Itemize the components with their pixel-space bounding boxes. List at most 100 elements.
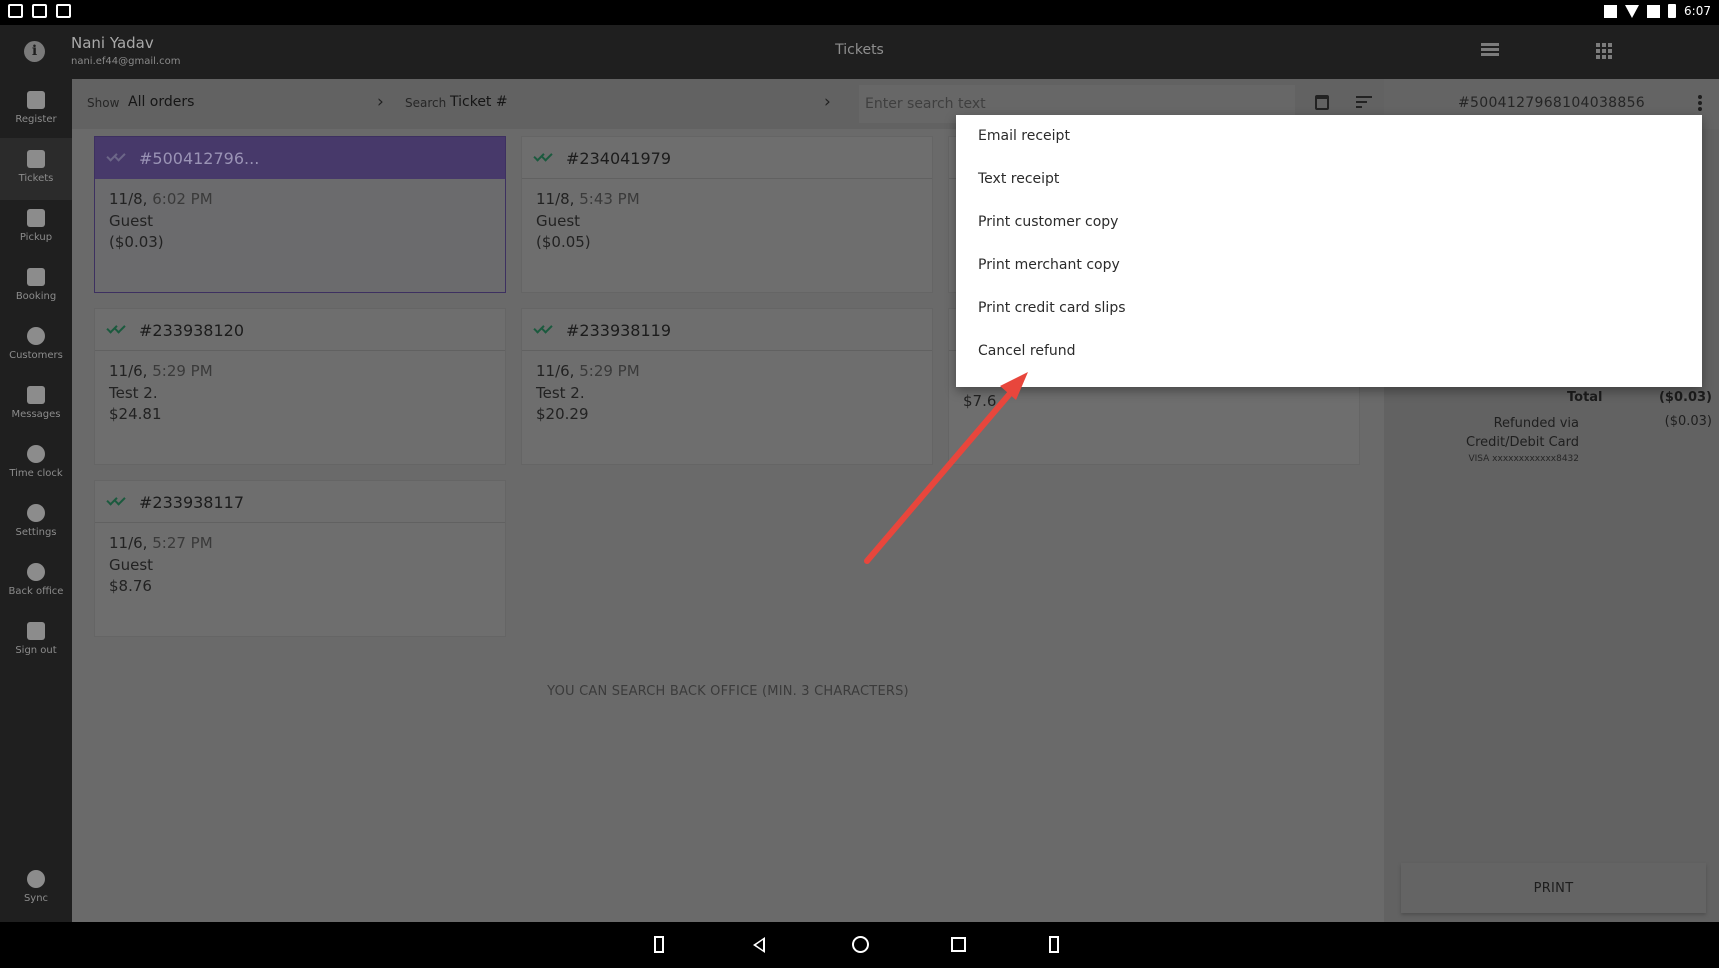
menu-item-text-receipt[interactable]: Text receipt [956,166,1702,209]
recent-apps-icon[interactable] [951,937,966,952]
search-label: Search [405,96,447,110]
ticket-date: 11/8, [536,190,575,208]
system-icons: 6:07 [1604,4,1711,18]
lock-icon [27,622,45,640]
wifi-icon [1625,4,1640,18]
ticket-time: 6:02 PM [152,190,213,208]
page-title: Tickets [835,42,884,58]
chevron-right-icon[interactable]: › [377,92,384,112]
ticket-number: #234041979 [566,149,672,168]
ticket-amount: ($0.05) [536,233,591,251]
menu-item-cancel-refund[interactable]: Cancel refund [956,338,1702,381]
search-hint: YOU CAN SEARCH BACK OFFICE (MIN. 3 CHARA… [547,684,909,699]
home-icon[interactable] [852,936,869,953]
ticket-date: 11/6, [109,534,148,552]
clock-icon [27,445,45,463]
sidebar-item-label: Settings [15,527,57,538]
system-nav-bar [0,922,1719,968]
sidebar-item-messages[interactable]: Messages [0,374,72,436]
volume-up-icon[interactable] [1049,936,1059,953]
double-check-icon [106,494,129,506]
sidebar-nav: Register Tickets Pickup Booking Customer… [0,79,72,922]
ticket-card[interactable]: #500412796... 11/8, 6:02 PM Guest ($0.03… [94,136,506,293]
sidebar-item-back-office[interactable]: Back office [0,551,72,613]
sidebar-item-pickup[interactable]: Pickup [0,197,72,259]
ticket-card[interactable]: #233938120 11/6, 5:29 PM Test 2. $24.81 [94,308,506,465]
sidebar-item-label: Pickup [19,232,53,243]
calendar-icon [27,268,45,286]
ticket-amount: $24.81 [109,405,162,423]
sort-icon[interactable] [1356,96,1372,111]
ticket-customer: Guest [536,211,581,230]
ticket-customer: Test 2. [109,383,158,402]
menu-item-email-receipt[interactable]: Email receipt [956,123,1702,166]
ticket-date: 11/8, [109,190,148,208]
ticket-customer: Guest [109,555,154,574]
show-label: Show [87,96,120,110]
sidebar-item-time-clock[interactable]: Time clock [0,433,72,495]
sidebar-item-booking[interactable]: Booking [0,256,72,318]
sidebar-item-label: Sync [23,893,49,904]
ticket-amount: $8.76 [109,577,152,595]
show-filter-value[interactable]: All orders [128,94,194,110]
traffic-light-icon [27,209,45,227]
check-notification-icon [56,4,71,18]
menu-item-print-credit-card-slips[interactable]: Print credit card slips [956,295,1702,338]
ticket-card[interactable]: #233938119 11/6, 5:29 PM Test 2. $20.29 [521,308,933,465]
message-notification-icon [32,4,47,18]
refund-method-label: Refunded via Credit/Debit Card [1466,416,1579,450]
people-icon [27,327,45,345]
sidebar-item-label: Tickets [18,173,54,184]
sidebar-item-label: Register [15,114,57,125]
ticket-customer: Test 2. [536,383,585,402]
sidebar-item-sign-out[interactable]: Sign out [0,610,72,672]
menu-item-print-customer-copy[interactable]: Print customer copy [956,209,1702,252]
ticket-amount: $7.6 [963,392,997,410]
sidebar-item-sync[interactable]: Sync [0,858,72,920]
grid-view-icon[interactable] [1596,43,1612,59]
double-check-icon [533,150,556,162]
calendar-icon[interactable] [1315,95,1329,110]
back-icon[interactable] [753,937,765,953]
sidebar-item-settings[interactable]: Settings [0,492,72,554]
list-view-icon[interactable] [1481,43,1499,58]
sidebar-item-label: Time clock [9,468,63,479]
ticket-amount: $20.29 [536,405,589,423]
sidebar-item-register[interactable]: Register [0,79,72,141]
ticket-time: 5:27 PM [152,534,213,552]
more-options-icon[interactable] [1698,95,1702,113]
cast-icon [1604,4,1618,18]
sidebar-item-label: Messages [11,409,61,420]
print-button[interactable]: PRINT [1401,863,1706,913]
double-check-icon [533,322,556,334]
sidebar-item-tickets[interactable]: Tickets [0,138,72,200]
cart-icon [27,91,45,109]
sidebar-item-label: Booking [15,291,57,302]
double-check-icon [106,322,129,334]
total-value: ($0.03) [1658,390,1712,405]
ticket-time: 5:29 PM [579,362,640,380]
chat-icon [27,386,45,404]
signal-icon [1647,4,1661,18]
clock-time: 6:07 [1684,4,1711,18]
ticket-customer: Guest [109,211,154,230]
chevron-right-icon[interactable]: › [824,92,831,112]
ticket-amount: ($0.03) [109,233,164,251]
battery-icon [1668,4,1677,18]
sidebar-item-label: Customers [9,350,63,361]
ticket-card[interactable]: #233938117 11/6, 5:27 PM Guest $8.76 [94,480,506,637]
menu-item-print-merchant-copy[interactable]: Print merchant copy [956,252,1702,295]
cloud-icon [27,563,45,581]
volume-down-icon[interactable] [654,936,664,953]
gear-icon [27,504,45,522]
sidebar-item-customers[interactable]: Customers [0,315,72,377]
receipt-icon [27,150,45,168]
ticket-number: #233938117 [139,493,245,512]
search-field-selector[interactable]: Ticket # [450,94,508,110]
sidebar-item-label: Back office [8,586,64,597]
card-number: VISA xxxxxxxxxxxx8432 [1468,454,1579,464]
app-header: i Nani Yadav nani.ef44@gmail.com Tickets [0,25,1719,79]
ticket-number: #233938120 [139,321,245,340]
ticket-card[interactable]: #234041979 11/8, 5:43 PM Guest ($0.05) [521,136,933,293]
sync-icon [27,870,45,888]
